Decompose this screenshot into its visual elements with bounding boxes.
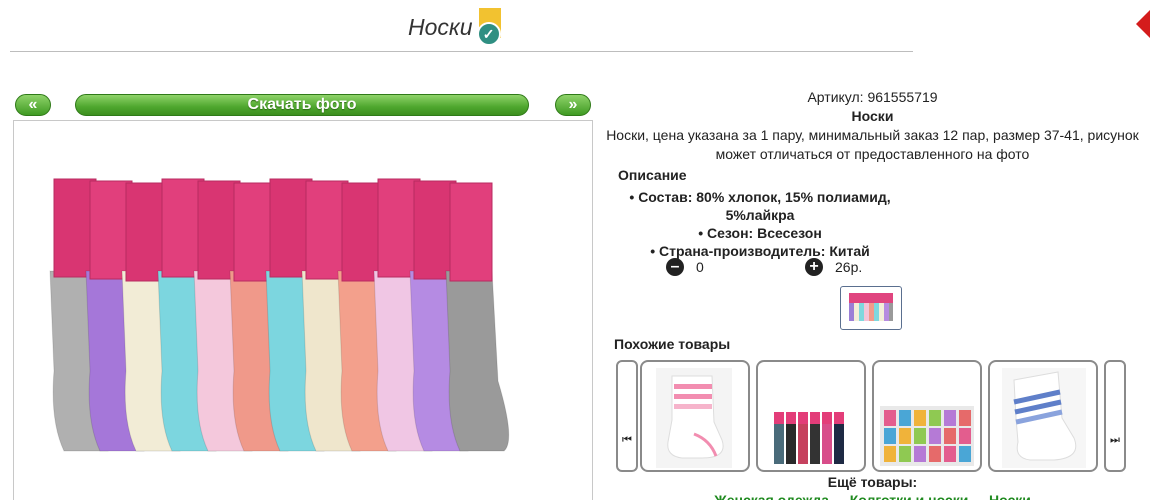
article-label: Артикул: — [807, 89, 864, 105]
mini-sock — [914, 410, 926, 426]
verified-check-icon: ✓ — [476, 8, 505, 46]
link-socks[interactable]: Носки — [989, 492, 1031, 500]
prev-photo-button[interactable]: « — [15, 94, 51, 116]
property-item: Состав: 80% хлопок, 15% полиамид, 5%лайк… — [595, 188, 925, 224]
mini-sock — [884, 428, 896, 444]
mini-sock — [959, 446, 971, 462]
mini-sock — [929, 410, 941, 426]
download-photo-button[interactable]: Скачать фото — [75, 94, 529, 116]
carousel-prev-button[interactable]: ⏮ — [616, 360, 638, 472]
similar-heading: Похожие товары — [614, 336, 731, 352]
mini-sock — [959, 428, 971, 444]
property-item: Страна-производитель: Китай — [595, 242, 925, 260]
corner-diamond-icon[interactable] — [1136, 10, 1150, 38]
mini-sock — [929, 428, 941, 444]
similar-item[interactable] — [756, 360, 866, 472]
quantity-stepper: – 0 — [666, 258, 704, 276]
property-item: Сезон: Всесезон — [595, 224, 925, 242]
more-heading: Ещё товары: — [827, 474, 918, 490]
mini-sock — [884, 446, 896, 462]
more-links: Женская одежда - Колготки и носки - Носки — [595, 491, 1150, 500]
mini-sock — [929, 446, 941, 462]
plus-icon[interactable]: + — [805, 258, 823, 276]
article-line: Артикул: 961555719 — [595, 88, 1150, 107]
mini-sock — [959, 410, 971, 426]
minus-icon[interactable]: – — [666, 258, 684, 276]
photo-thumbnail[interactable] — [840, 286, 902, 330]
quantity-value: 0 — [696, 259, 704, 275]
similar-item[interactable] — [872, 360, 982, 472]
product-name: Носки — [851, 108, 894, 124]
article-value: 961555719 — [867, 89, 938, 105]
mini-sock — [944, 446, 956, 462]
similar-item[interactable] — [988, 360, 1098, 472]
next-photo-button[interactable]: » — [555, 94, 591, 116]
product-details: Артикул: 961555719 Носки Носки, цена ука… — [595, 88, 1150, 164]
page-header: Носки ✓ — [408, 8, 505, 46]
link-separator: - — [837, 492, 842, 500]
mini-sock — [914, 446, 926, 462]
page-title: Носки — [408, 13, 473, 40]
mini-sock — [899, 446, 911, 462]
skip-forward-icon: ⏭ — [1110, 434, 1120, 446]
carousel-next-button[interactable]: ⏭ — [1104, 360, 1126, 472]
link-separator: - — [976, 492, 982, 500]
link-tights-socks[interactable]: Колготки и носки — [850, 492, 969, 500]
product-description: Носки, цена указана за 1 пару, минимальн… — [606, 127, 1139, 162]
sock-illustration — [445, 182, 510, 452]
mini-sock — [899, 428, 911, 444]
more-products: Ещё товары: Женская одежда - Колготки и но… — [595, 473, 1150, 500]
link-womens-clothing[interactable]: Женская одежда — [714, 492, 829, 500]
header-divider — [10, 51, 913, 52]
mini-sock — [914, 428, 926, 444]
add-to-cart: + 26р. — [805, 258, 862, 276]
product-photo[interactable] — [13, 120, 593, 500]
price-value: 26р. — [835, 259, 863, 275]
mini-sock — [944, 428, 956, 444]
mini-sock — [884, 410, 896, 426]
properties-list: Состав: 80% хлопок, 15% полиамид, 5%лайк… — [595, 188, 925, 260]
description-heading: Описание — [618, 167, 687, 183]
mini-sock — [899, 410, 911, 426]
similar-item[interactable] — [640, 360, 750, 472]
skip-back-icon: ⏮ — [622, 434, 632, 446]
mini-sock — [944, 410, 956, 426]
